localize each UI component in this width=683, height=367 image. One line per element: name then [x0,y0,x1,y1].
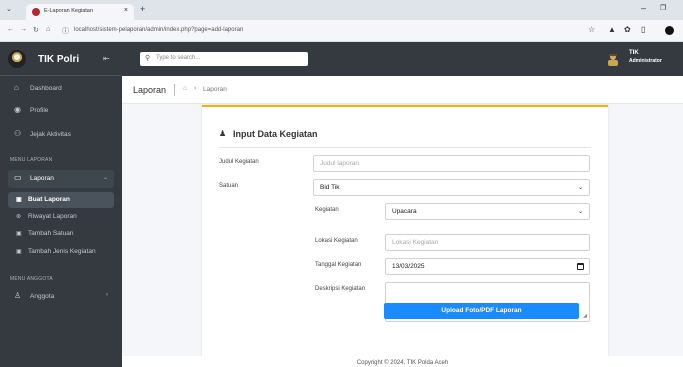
judul-label: Judul Kegiatan [219,159,259,165]
page-title: Laporan [133,85,167,95]
judul-input[interactable] [313,155,590,172]
kegiatan-value: Upacara [392,208,417,215]
chevron-down-icon: ⌄ [577,209,583,215]
tab-close-icon[interactable]: × [124,7,128,14]
tanggal-value: 13/03/2025 [392,263,425,270]
sidebar: TIK Polri ⇤ ⌂ Dashboard ◉ Profile ⚇ Jeja… [0,42,122,367]
lokasi-label: Lokasi Kegiatan [315,238,358,244]
footer-copyright: Copyright © 2024, TIK Polda Aceh [122,356,683,367]
lokasi-input[interactable] [385,234,590,251]
users-icon: ⚇ [14,129,22,138]
sidebar-item-label: Anggota [30,293,55,300]
sidebar-collapse-icon[interactable]: ⇤ [103,54,110,63]
url-field[interactable]: ⓘ localhost/sistem-pelaporan/admin/index… [58,24,598,38]
search-input[interactable]: ⚲ Type to search... [140,52,308,66]
sidebar-item-anggota[interactable]: ♙ Anggota ‹ [8,288,114,306]
form-card: ♟ Input Data Kegiatan Judul Kegiatan Sat… [202,105,608,367]
sidebar-subitem-riwayat-laporan[interactable]: ⊛ Riwayat Laporan [8,209,114,225]
new-tab-icon[interactable]: + [140,4,145,14]
menu-header-anggota: MENU ANGGOTA [10,276,53,282]
forward-icon[interactable]: → [20,26,27,33]
tab-favicon-icon [32,8,40,16]
brand-logo-icon [8,50,26,68]
tab-title: E-Laporan Kegiatan [44,8,93,14]
sidebar-subitem-tambah-jenis-kegiatan[interactable]: ▣ Tambah Jenis Kegiatan [8,244,114,260]
sidebar-item-laporan[interactable]: ▭ Laporan ⌄ [8,170,114,188]
search-icon: ⚲ [145,55,151,62]
browser-tab[interactable]: E-Laporan Kegiatan × [26,4,134,20]
sidebar-subitem-label: Buat Laporan [28,196,70,203]
extension-icon[interactable]: ▲ [608,25,616,34]
deskripsi-label: Deskripsi Kegiatan [315,286,366,292]
file-icon: ▣ [16,249,22,255]
sidebar-subitem-tambah-satuan[interactable]: ▣ Tambah Satuan [8,226,114,242]
history-icon: ⊛ [16,214,22,220]
user-icon: ♙ [14,291,22,300]
sidebar-item-dashboard[interactable]: ⌂ Dashboard [8,80,114,98]
satuan-value: Bid Tik [320,184,340,191]
url-text: localhost/sistem-pelaporan/admin/index.p… [74,27,244,33]
sidebar-item-label: Dashboard [30,85,62,92]
browser-addressbar: ← → ↻ ⌂ ⓘ localhost/sistem-pelaporan/adm… [0,20,683,42]
user-circle-icon: ◉ [14,105,21,114]
chevron-left-icon: ‹ [106,292,108,298]
card-divider [219,147,591,148]
card-title: Input Data Kegiatan [233,129,318,139]
home-icon: ⌂ [14,83,19,92]
user-role: Administrator [629,58,662,64]
bookmark-star-icon[interactable]: ☆ [588,25,595,34]
breadcrumb-home-icon[interactable]: ⌂ [183,85,187,92]
window-restore-icon[interactable]: ❐ [660,4,666,12]
window-minimize-icon[interactable]: – [641,3,646,13]
search-placeholder: Type to search... [156,55,201,61]
main-content: Laporan ⌂ › Laporan ♟ Input Data Kegiata… [122,76,683,367]
sidebar-subitem-label: Riwayat Laporan [28,213,77,220]
reload-icon[interactable]: ↻ [33,26,39,34]
sidebar-subitem-buat-laporan[interactable]: ▣ Buat Laporan [8,192,114,208]
brand-name: TIK Polri [38,54,80,65]
page-header: Laporan ⌂ › Laporan [122,76,683,104]
calendar-icon[interactable] [577,263,584,270]
user-avatar-icon[interactable] [606,52,620,66]
breadcrumb-separator-icon: › [194,85,197,92]
site-info-icon[interactable]: ⓘ [62,26,69,36]
brand[interactable]: TIK Polri ⇤ [0,42,122,76]
chevron-down-icon: ⌄ [102,175,108,181]
header-divider [174,84,175,96]
sidebar-item-label: Jejak Aktivitas [30,131,71,138]
sidebar-item-label: Laporan [30,175,54,182]
upload-button[interactable]: Upload Foto/PDF Laporan [384,303,579,319]
breadcrumb-current: Laporan [203,86,227,93]
resize-grip-icon[interactable]: ◢ [583,313,587,319]
extension-leaf-icon[interactable]: ✿ [624,25,631,34]
satuan-label: Satuan [219,183,239,189]
chevron-down-icon: ⌄ [577,185,583,191]
back-icon[interactable]: ← [7,26,14,33]
sidebar-subitem-label: Tambah Jenis Kegiatan [28,248,96,255]
tab-search-icon[interactable]: ⌄ [6,5,12,13]
user-icon: ♟ [219,129,227,138]
tanggal-input[interactable]: 13/03/2025 [385,258,590,275]
satuan-select[interactable]: Bid Tik ⌄ [313,179,590,196]
tanggal-label: Tanggal Kegiatan [315,262,362,268]
sidebar-item-profile[interactable]: ◉ Profile [8,102,114,120]
kegiatan-select[interactable]: Upacara ⌄ [385,203,590,220]
user-name[interactable]: TIK [629,50,639,57]
menu-header-laporan: MENU LAPORAN [10,157,53,163]
sidebar-panel-icon[interactable]: ▯ [641,25,645,34]
file-icon: ▣ [16,197,22,203]
sidebar-subitem-label: Tambah Satuan [28,230,74,237]
sidebar-item-jejak-aktivitas[interactable]: ⚇ Jejak Aktivitas [8,126,114,144]
sidebar-item-label: Profile [30,107,49,114]
browser-tabbar: ⌄ E-Laporan Kegiatan × + – ❐ [0,0,683,20]
home-browser-icon[interactable]: ⌂ [46,26,50,33]
kegiatan-label: Kegiatan [315,207,339,213]
top-navbar: ⚲ Type to search... TIK Administrator [122,42,683,76]
browser-profile-icon[interactable] [665,26,674,35]
file-icon: ▣ [16,231,22,237]
monitor-icon: ▭ [14,173,22,182]
